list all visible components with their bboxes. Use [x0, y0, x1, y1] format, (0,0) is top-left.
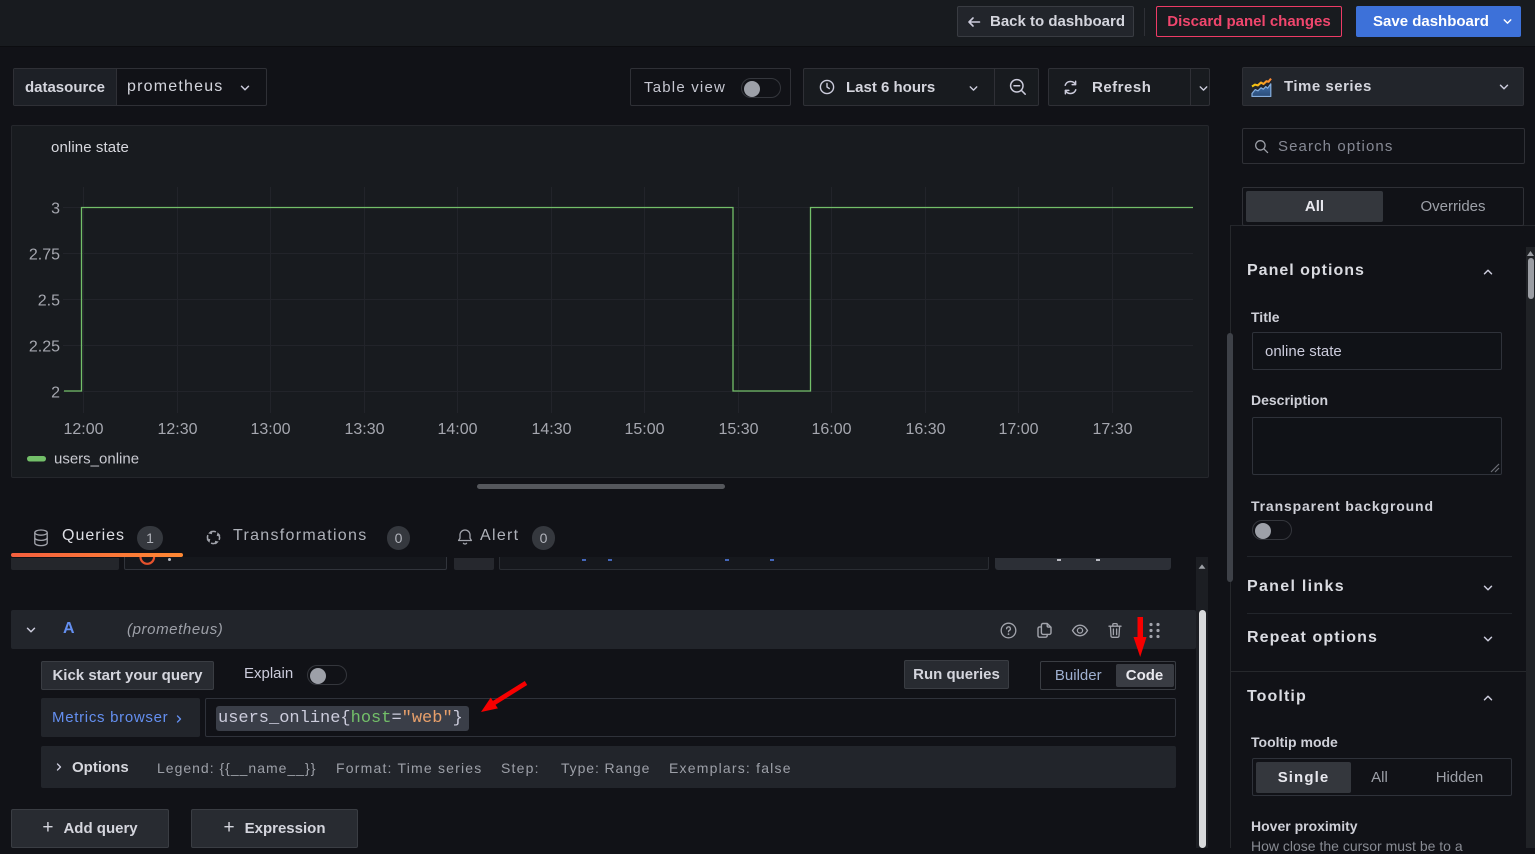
svg-text:2.75: 2.75	[29, 247, 60, 264]
svg-text:users_online: users_online	[54, 451, 139, 468]
svg-text:17:00: 17:00	[998, 421, 1038, 438]
svg-text:2.5: 2.5	[38, 293, 60, 310]
svg-text:12:30: 12:30	[157, 421, 197, 438]
svg-text:2: 2	[51, 385, 60, 402]
svg-text:17:30: 17:30	[1092, 421, 1132, 438]
svg-text:14:00: 14:00	[437, 421, 477, 438]
svg-text:16:00: 16:00	[811, 421, 851, 438]
svg-text:15:00: 15:00	[624, 421, 664, 438]
svg-text:3: 3	[51, 201, 60, 218]
svg-text:14:30: 14:30	[531, 421, 571, 438]
svg-text:12:00: 12:00	[63, 421, 103, 438]
svg-text:13:00: 13:00	[250, 421, 290, 438]
svg-text:13:30: 13:30	[344, 421, 384, 438]
svg-text:15:30: 15:30	[718, 421, 758, 438]
svg-text:2.25: 2.25	[29, 339, 60, 356]
svg-text:16:30: 16:30	[905, 421, 945, 438]
